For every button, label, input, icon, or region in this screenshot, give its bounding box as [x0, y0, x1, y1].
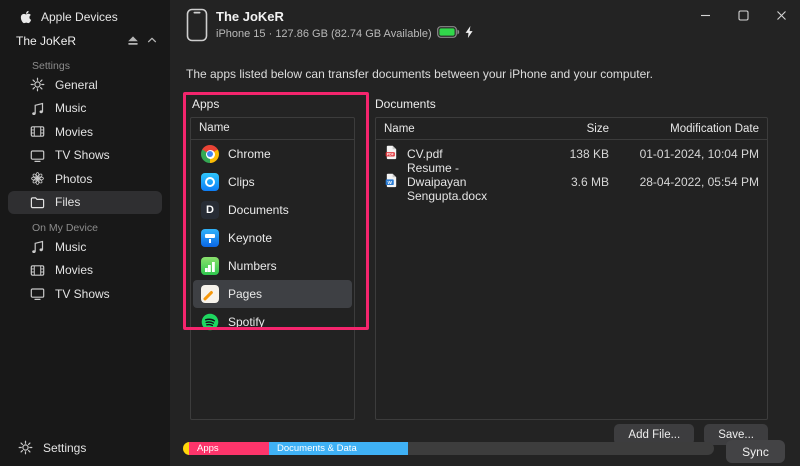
column-header-size: Size — [521, 123, 609, 135]
word-file-icon: W — [384, 173, 399, 191]
sidebar-item-label: Music — [55, 240, 86, 254]
app-row-numbers[interactable]: Numbers — [193, 252, 352, 280]
keynote-app-icon — [201, 229, 219, 247]
document-row-resume-docx[interactable]: W Resume - Dwaipayan Sengupta.docx 3.6 M… — [376, 168, 767, 196]
app-row-documents[interactable]: Documents — [193, 196, 352, 224]
sidebar-item-label: Movies — [55, 125, 93, 139]
device-name: The JoKeR — [16, 34, 120, 48]
app-row-spotify[interactable]: Spotify — [193, 308, 352, 336]
sidebar-item-music[interactable]: Music — [8, 97, 162, 121]
section-label: Settings — [0, 54, 170, 73]
numbers-app-icon — [201, 257, 219, 275]
svg-text:PDF: PDF — [387, 153, 394, 157]
sidebar-item-label: Photos — [55, 172, 92, 186]
gear-icon — [30, 77, 45, 92]
sidebar-item-label: Movies — [55, 263, 93, 277]
sidebar: Apple Devices The JoKeR Settings General — [0, 0, 170, 466]
settings-button[interactable]: Settings — [18, 440, 86, 455]
app-row-chrome[interactable]: Chrome — [193, 140, 352, 168]
iphone-icon — [186, 8, 209, 47]
sidebar-item-movies[interactable]: Movies — [8, 120, 162, 144]
folder-icon — [30, 195, 45, 210]
apple-logo-icon — [18, 10, 33, 24]
apple-devices-window: Apple Devices The JoKeR Settings General — [0, 0, 800, 466]
pages-app-icon — [201, 285, 219, 303]
document-date: 28-04-2022, 05:54 PM — [609, 175, 767, 189]
sidebar-item-label: TV Shows — [55, 148, 110, 162]
eject-icon[interactable] — [126, 33, 140, 50]
clips-app-icon — [201, 173, 219, 191]
apps-list-panel: Name Chrome Clips Documents Keynote Numb… — [190, 117, 355, 420]
chevron-up-icon[interactable] — [146, 34, 158, 49]
sidebar-item-files[interactable]: Files — [8, 191, 162, 215]
sync-button[interactable]: Sync — [726, 440, 785, 463]
music-note-icon — [30, 239, 45, 254]
gear-icon — [18, 440, 33, 455]
film-icon — [30, 263, 45, 278]
app-name: Documents — [228, 203, 289, 217]
transfer-description: The apps listed below can transfer docum… — [186, 67, 653, 81]
device-info-row: iPhone 15 · 127.86 GB (82.74 GB Availabl… — [216, 26, 473, 41]
app-name: Pages — [228, 287, 262, 301]
device-title: The JoKeR — [216, 9, 284, 24]
document-date: 01-01-2024, 10:04 PM — [609, 147, 767, 161]
main-area: The JoKeR iPhone 15 · 127.86 GB (82.74 G… — [170, 0, 800, 466]
film-icon — [30, 124, 45, 139]
charging-bolt-icon — [465, 26, 473, 41]
document-size: 138 KB — [521, 147, 609, 161]
minimize-button[interactable] — [686, 0, 724, 30]
document-name: CV.pdf — [407, 147, 443, 161]
tv-icon — [30, 286, 45, 301]
device-info: iPhone 15 · 127.86 GB (82.74 GB Availabl… — [216, 28, 432, 40]
app-row-pages-selected[interactable]: Pages — [193, 280, 352, 308]
sidebar-item-tv-shows[interactable]: TV Shows — [8, 144, 162, 168]
apps-panel-title: Apps — [192, 97, 219, 111]
music-note-icon — [30, 101, 45, 116]
photos-flower-icon — [30, 171, 45, 186]
documents-app-icon — [201, 201, 219, 219]
sidebar-item-device-movies[interactable]: Movies — [8, 259, 162, 283]
document-name: Resume - Dwaipayan Sengupta.docx — [407, 161, 521, 203]
spotify-app-icon — [201, 313, 219, 331]
storage-segment-apps: Apps — [189, 442, 269, 455]
app-name: Keynote — [228, 231, 272, 245]
battery-icon — [437, 26, 460, 41]
app-name: Chrome — [228, 147, 271, 161]
app-row-keynote[interactable]: Keynote — [193, 224, 352, 252]
sidebar-item-device-tv-shows[interactable]: TV Shows — [8, 282, 162, 306]
app-name: Numbers — [228, 259, 277, 273]
app-row-clips[interactable]: Clips — [193, 168, 352, 196]
maximize-button[interactable] — [724, 0, 762, 30]
window-controls — [686, 0, 800, 30]
documents-table-panel: Name Size Modification Date PDF CV.pdf 1… — [375, 117, 768, 420]
chrome-app-icon — [201, 145, 219, 163]
documents-table-header: Name Size Modification Date — [376, 118, 767, 140]
storage-usage-bar: Apps Documents & Data — [183, 442, 714, 455]
sidebar-item-label: TV Shows — [55, 287, 110, 301]
app-name: Clips — [228, 175, 255, 189]
device-row[interactable]: The JoKeR — [16, 31, 158, 51]
sidebar-item-general[interactable]: General — [8, 73, 162, 97]
app-name: Spotify — [228, 315, 265, 329]
tv-icon — [30, 148, 45, 163]
sidebar-item-label: General — [55, 78, 98, 92]
column-header-date: Modification Date — [609, 123, 767, 135]
settings-label: Settings — [43, 441, 86, 455]
section-label: On My Device — [0, 216, 170, 235]
app-title: Apple Devices — [41, 10, 118, 24]
sidebar-item-label: Files — [55, 195, 80, 209]
storage-segment-documents: Documents & Data — [269, 442, 408, 455]
close-button[interactable] — [762, 0, 800, 30]
svg-text:W: W — [388, 180, 393, 185]
document-size: 3.6 MB — [521, 175, 609, 189]
sidebar-item-photos[interactable]: Photos — [8, 167, 162, 191]
sidebar-section-on-my-device: On My Device Music Movies TV Shows — [0, 216, 170, 306]
column-header-name: Name — [376, 123, 521, 135]
apps-column-header: Name — [191, 118, 354, 140]
app-title-row: Apple Devices — [18, 10, 118, 24]
documents-panel-title: Documents — [375, 97, 436, 111]
sidebar-item-device-music[interactable]: Music — [8, 235, 162, 259]
sidebar-item-label: Music — [55, 101, 86, 115]
sidebar-section-settings: Settings General Music Movies — [0, 54, 170, 214]
